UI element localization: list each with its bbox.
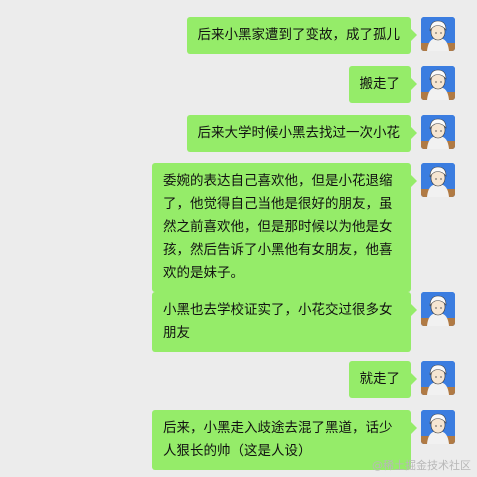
- message-bubble[interactable]: 小黑也去学校证实了，小花交过很多女朋友: [152, 292, 417, 352]
- chat-area: 后来小黑家遭到了变故，成了孤儿 搬走了 后来大学时候小黑去找过一次小花 委婉的表…: [0, 0, 477, 477]
- avatar-icon: [421, 115, 455, 149]
- message-row: 后来大学时候小黑去找过一次小花: [186, 115, 455, 152]
- message-row: 搬走了: [348, 66, 455, 103]
- message-row: 小黑也去学校证实了，小花交过很多女朋友: [152, 292, 455, 352]
- message-row: 后来小黑家遭到了变故，成了孤儿: [186, 17, 455, 54]
- avatar[interactable]: [421, 410, 455, 444]
- avatar-icon: [421, 66, 455, 100]
- watermark: @稀土掘金技术社区: [372, 459, 471, 472]
- avatar-icon: [421, 163, 455, 197]
- message-row: 委婉的表达自己喜欢他，但是小花退缩了，他觉得自己当他是很好的朋友，虽然之前喜欢他…: [152, 163, 455, 292]
- avatar-icon: [421, 17, 455, 51]
- avatar[interactable]: [421, 163, 455, 197]
- avatar[interactable]: [421, 17, 455, 51]
- avatar[interactable]: [421, 292, 455, 326]
- avatar-icon: [421, 292, 455, 326]
- avatar[interactable]: [421, 361, 455, 395]
- message-bubble[interactable]: 就走了: [348, 361, 417, 398]
- message-bubble[interactable]: 搬走了: [348, 66, 417, 103]
- avatar-icon: [421, 410, 455, 444]
- message-bubble[interactable]: 后来大学时候小黑去找过一次小花: [186, 115, 417, 152]
- message-bubble[interactable]: 后来小黑家遭到了变故，成了孤儿: [186, 17, 417, 54]
- message-row: 就走了: [348, 361, 455, 398]
- avatar[interactable]: [421, 66, 455, 100]
- avatar[interactable]: [421, 115, 455, 149]
- message-bubble[interactable]: 委婉的表达自己喜欢他，但是小花退缩了，他觉得自己当他是很好的朋友，虽然之前喜欢他…: [152, 163, 417, 292]
- avatar-icon: [421, 361, 455, 395]
